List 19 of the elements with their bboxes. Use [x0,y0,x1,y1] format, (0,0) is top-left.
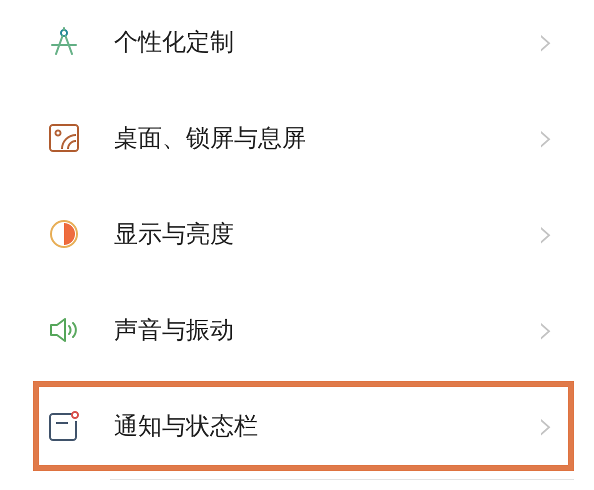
chevron-icon: › [538,22,554,62]
item-label: 桌面、锁屏与息屏 [114,123,307,154]
item-label: 声音与振动 [114,315,235,346]
chevron-icon: › [538,310,554,350]
half-circle-icon [48,218,80,250]
item-label: 通知与状态栏 [114,411,259,442]
item-label: 显示与亮度 [114,219,235,250]
settings-item[interactable]: 桌面、锁屏与息屏 › [33,93,574,183]
settings-item[interactable]: 声音与振动 › [33,285,574,375]
compass-icon [48,26,80,58]
chevron-icon: › [538,214,554,254]
item-label: 个性化定制 [114,27,235,58]
picture-frame-icon [48,122,80,154]
highlighted-settings-item[interactable]: 通知与状态栏 › [33,381,574,471]
chevron-icon: › [538,118,554,158]
notification-icon [48,410,80,442]
settings-item[interactable]: 显示与亮度 › [33,189,574,279]
settings-item[interactable]: 个性化定制 › [33,0,574,87]
chevron-icon: › [538,406,554,446]
